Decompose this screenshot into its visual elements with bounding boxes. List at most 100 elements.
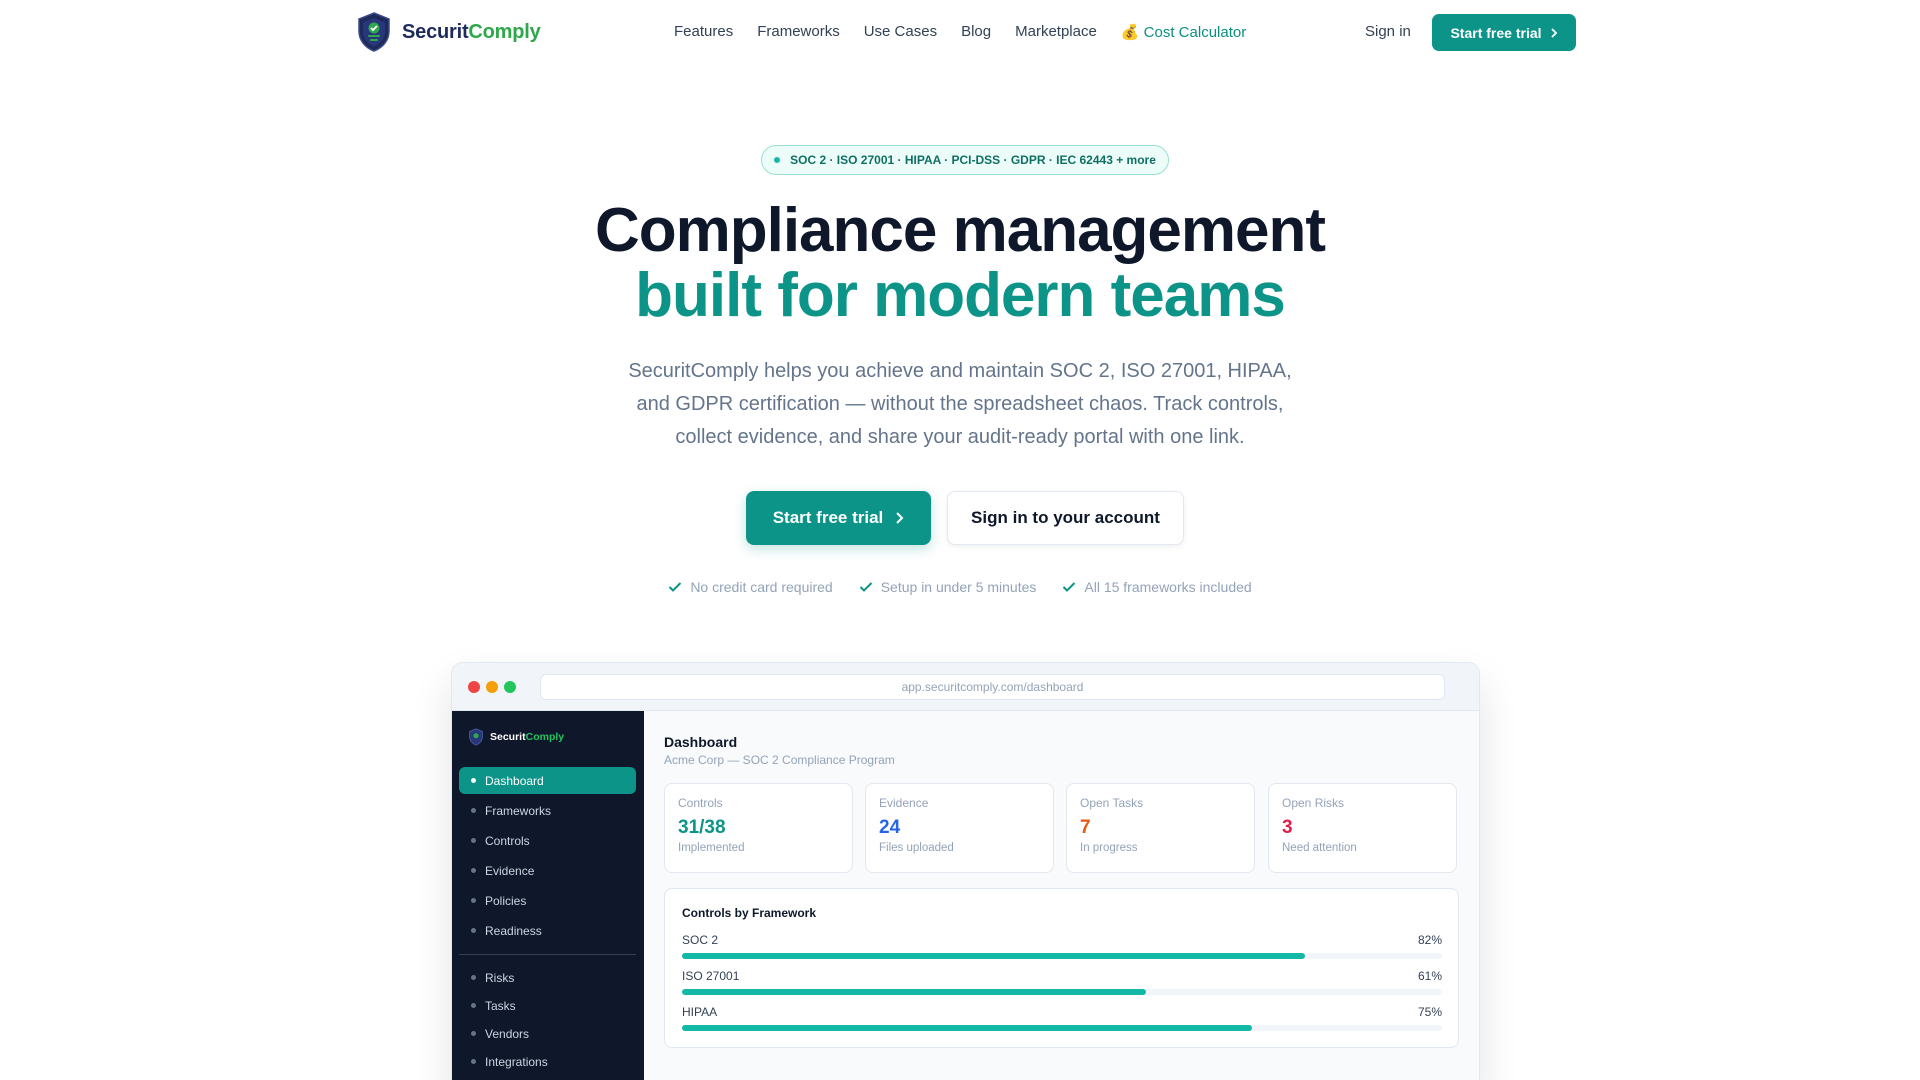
stat-value: 3 — [1282, 817, 1293, 838]
hero-title-line-1: Compliance management — [594, 196, 1326, 265]
brand-name-part-2: Comply — [468, 20, 541, 43]
check-icon — [859, 582, 872, 592]
stat-label: Open Tasks — [1080, 796, 1144, 810]
bullet-icon — [471, 898, 476, 903]
sidebar-item-label: Integrations — [485, 1054, 548, 1069]
window-close-dot-icon — [468, 681, 480, 693]
sidebar-item-policies[interactable]: Policies — [459, 887, 636, 914]
nav-links: Features Frameworks Use Cases Blog Marke… — [674, 23, 1246, 41]
start-trial-button-hero[interactable]: Start free trial — [746, 491, 931, 545]
start-trial-hero-label: Start free trial — [772, 508, 884, 527]
benefit-item: Setup in under 5 minutes — [859, 579, 1037, 595]
top-nav: SecuritComply Features Frameworks Use Ca… — [0, 0, 1920, 64]
window-minimize-dot-icon — [486, 681, 498, 693]
brand-name-part-1: Securit — [402, 20, 469, 43]
sidebar-item-label: Controls — [485, 833, 530, 848]
sidebar-item-evidence[interactable]: Evidence — [459, 857, 636, 884]
shield-logo-icon — [358, 12, 390, 52]
bullet-icon — [471, 1059, 476, 1064]
stat-note: In progress — [1080, 842, 1138, 854]
start-trial-button-nav[interactable]: Start free trial — [1432, 14, 1576, 51]
framework-name: ISO 27001 — [682, 969, 740, 983]
sidebar-item-tasks[interactable]: Tasks — [459, 992, 636, 1019]
progress-track — [682, 1025, 1442, 1031]
stat-card-open-tasks: Open Tasks 7 In progress — [1066, 783, 1255, 873]
check-icon — [1063, 582, 1076, 592]
sidebar-item-label: Vendors — [485, 1026, 530, 1041]
chevron-right-icon — [1550, 27, 1557, 38]
stat-value: 31/38 — [678, 817, 726, 838]
bullet-icon — [471, 778, 476, 783]
benefit-item: No credit card required — [668, 579, 833, 595]
progress-track — [682, 989, 1442, 995]
framework-progress-row: SOC 2 82% — [682, 933, 1442, 959]
stat-label: Evidence — [879, 796, 929, 810]
sidebar-brand-part-2: Comply — [525, 731, 565, 743]
app-shell: SecuritComply Dashboard Frameworks Contr… — [452, 711, 1479, 1080]
sign-in-account-button[interactable]: Sign in to your account — [947, 491, 1184, 545]
check-icon — [669, 582, 682, 592]
bullet-icon — [471, 1031, 476, 1036]
sidebar-item-vendors[interactable]: Vendors — [459, 1020, 636, 1047]
framework-progress-row: ISO 27001 61% — [682, 969, 1442, 995]
sidebar-item-risks[interactable]: Risks — [459, 964, 636, 991]
stat-label: Controls — [678, 796, 723, 810]
progress-track — [682, 953, 1442, 959]
start-trial-label: Start free trial — [1450, 24, 1542, 41]
nav-link-cost-calculator[interactable]: 💰 Cost Calculator — [1121, 23, 1246, 41]
dashboard-subtitle: Acme Corp — SOC 2 Compliance Program — [664, 753, 895, 767]
dashboard-title: Dashboard — [664, 734, 738, 750]
bullet-icon — [471, 975, 476, 980]
framework-name: SOC 2 — [682, 933, 719, 947]
sidebar-brand: SecuritComply — [468, 728, 564, 746]
money-bag-icon: 💰 — [1120, 24, 1140, 41]
address-bar: app.securitcomply.com/dashboard — [540, 674, 1445, 700]
nav-link-features[interactable]: Features — [674, 23, 733, 41]
benefit-text: Setup in under 5 minutes — [880, 579, 1037, 595]
nav-link-frameworks[interactable]: Frameworks — [757, 23, 840, 41]
sidebar-item-integrations[interactable]: Integrations — [459, 1048, 636, 1075]
bullet-icon — [471, 928, 476, 933]
sidebar-item-dashboard[interactable]: Dashboard — [459, 767, 636, 794]
sidebar-item-label: Evidence — [485, 863, 535, 878]
stat-card-controls: Controls 31/38 Implemented — [664, 783, 853, 873]
nav-link-use-cases[interactable]: Use Cases — [864, 23, 937, 41]
stat-card-evidence: Evidence 24 Files uploaded — [865, 783, 1054, 873]
sign-in-link[interactable]: Sign in — [1365, 23, 1411, 40]
sidebar-item-frameworks[interactable]: Frameworks — [459, 797, 636, 824]
sidebar-item-readiness[interactable]: Readiness — [459, 917, 636, 944]
frameworks-pill-text: SOC 2 · ISO 27001 · HIPAA · PCI-DSS · GD… — [790, 153, 1156, 167]
framework-percent: 82% — [1417, 933, 1442, 947]
nav-link-blog[interactable]: Blog — [961, 23, 991, 41]
sidebar-item-label: Risks — [485, 970, 515, 985]
brand-logo-link[interactable]: SecuritComply — [356, 11, 541, 53]
controls-by-framework-card: Controls by Framework SOC 2 82% ISO 27001… — [664, 888, 1459, 1048]
app-preview-window: app.securitcomply.com/dashboard SecuritC… — [451, 662, 1480, 1080]
card-title: Controls by Framework — [682, 906, 817, 920]
dashboard-main: Dashboard Acme Corp — SOC 2 Compliance P… — [644, 711, 1479, 1080]
sidebar-item-label: Tasks — [485, 998, 516, 1013]
framework-percent: 75% — [1417, 1005, 1442, 1019]
progress-fill — [682, 989, 1146, 995]
sidebar-item-label: Policies — [485, 893, 527, 908]
hero-title-line-2: built for modern teams — [635, 261, 1286, 330]
stat-note: Need attention — [1282, 842, 1357, 854]
stat-value: 7 — [1080, 817, 1091, 838]
hero-subtitle: SecuritComply helps you achieve and main… — [628, 360, 1292, 448]
stat-note: Implemented — [678, 842, 745, 854]
bullet-icon — [471, 838, 476, 843]
bullet-icon — [471, 808, 476, 813]
chevron-right-icon — [896, 512, 904, 524]
stat-label: Open Risks — [1282, 796, 1345, 810]
shield-logo-icon — [469, 728, 483, 746]
sidebar-brand-part-1: Securit — [490, 731, 526, 743]
window-maximize-dot-icon — [504, 681, 516, 693]
framework-progress-row: HIPAA 75% — [682, 1005, 1442, 1031]
nav-link-marketplace[interactable]: Marketplace — [1015, 23, 1097, 41]
stat-note: Files uploaded — [879, 842, 954, 854]
bullet-icon — [471, 868, 476, 873]
sidebar-item-controls[interactable]: Controls — [459, 827, 636, 854]
sidebar-divider — [459, 954, 636, 955]
bullet-icon — [471, 1003, 476, 1008]
framework-percent: 61% — [1417, 969, 1442, 983]
